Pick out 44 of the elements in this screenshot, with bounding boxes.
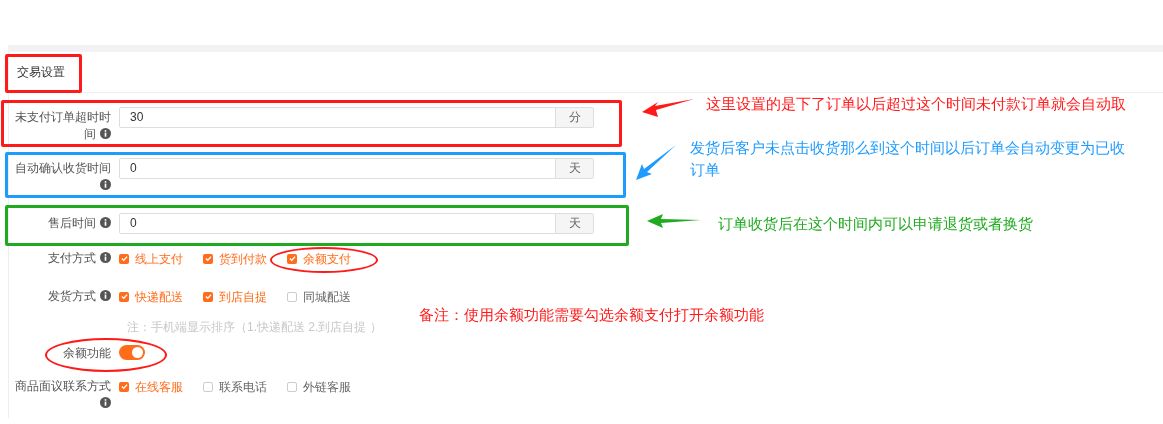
field-label: 未支付订单超时时间 — [14, 109, 111, 143]
info-icon — [100, 290, 111, 301]
annotation-text: 备注：使用余额功能需要勾选余额支付打开余额功能 — [419, 305, 764, 325]
input-field[interactable]: 0 天 — [119, 158, 594, 179]
annotation-text: 订单 — [690, 160, 720, 180]
checkbox-label: 快递配送 — [135, 288, 183, 306]
checkbox[interactable] — [203, 381, 213, 392]
field-label: 商品面议联系方式 — [9, 378, 111, 412]
input-field[interactable]: 0 天 — [119, 213, 594, 234]
annotation-text: 发货后客户未点击收货那么到这个时间以后订单会自动变更为已收 — [690, 138, 1125, 158]
checkbox-label: 余额支付 — [303, 250, 351, 268]
checkbox-label: 到店自提 — [219, 288, 267, 306]
info-icon — [100, 252, 111, 263]
info-icon — [100, 397, 111, 408]
input-field[interactable]: 30 分 — [119, 107, 594, 128]
toggle-switch[interactable] — [119, 345, 145, 360]
checkbox-label: 联系电话 — [219, 378, 267, 396]
checkbox[interactable] — [119, 291, 129, 302]
unit-label: 天 — [555, 159, 593, 178]
annotation-text: 订单收货后在这个时间内可以申请退货或者换货 — [718, 214, 1033, 234]
info-icon — [100, 179, 111, 190]
checkbox[interactable] — [119, 253, 129, 264]
unit-label: 分 — [555, 108, 593, 127]
checkbox-label: 货到付款 — [219, 250, 267, 268]
checkbox[interactable] — [287, 381, 297, 392]
checkbox-label: 线上支付 — [135, 250, 183, 268]
checkbox-label: 外链客服 — [303, 378, 351, 396]
field-label: 支付方式 — [48, 250, 111, 267]
field-label: 余额功能 — [63, 345, 111, 362]
info-icon — [100, 217, 111, 228]
section-title: 交易设置 — [17, 64, 65, 81]
field-label: 售后时间 — [9, 213, 111, 232]
unit-label: 天 — [555, 214, 593, 233]
checkbox-label: 同城配送 — [303, 288, 351, 306]
checkbox[interactable] — [287, 253, 297, 264]
checkbox[interactable] — [203, 253, 213, 264]
checkbox[interactable] — [119, 381, 129, 392]
annotation-text: 这里设置的是下了订单以后超过这个时间未付款订单就会自动取 — [706, 94, 1126, 114]
checkbox[interactable] — [203, 291, 213, 302]
field-label: 自动确认收货时间 — [9, 158, 111, 194]
checkbox[interactable] — [287, 291, 297, 302]
field-label: 发货方式 — [48, 288, 111, 305]
info-icon — [100, 128, 111, 139]
checkbox-label: 在线客服 — [135, 378, 183, 396]
